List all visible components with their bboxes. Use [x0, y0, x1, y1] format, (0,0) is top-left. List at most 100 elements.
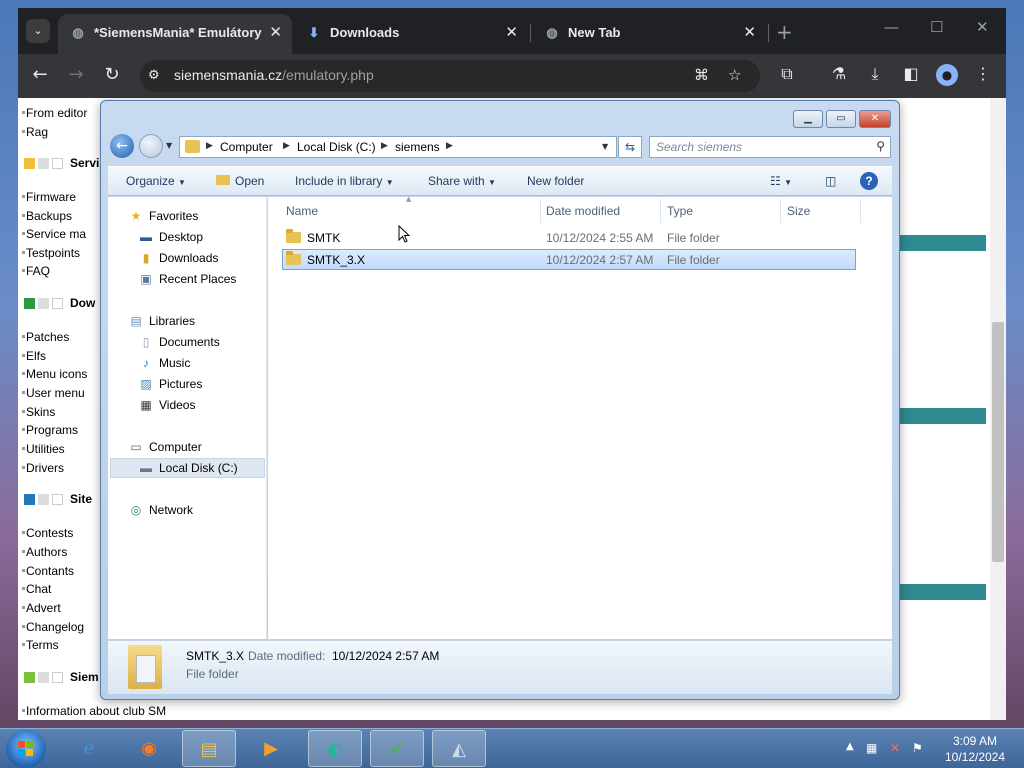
sidebar-link[interactable]: Patches [21, 330, 69, 344]
column-header-type[interactable]: Type [667, 204, 693, 218]
site-info-icon[interactable]: ⚙ [148, 68, 160, 83]
volume-muted-icon[interactable]: ✕ [890, 741, 900, 755]
sidebar-link[interactable]: Backups [21, 209, 72, 223]
close-window-icon[interactable]: ✕ [859, 110, 891, 128]
action-center-flag-icon[interactable]: ⚑ [912, 741, 923, 755]
app-taskbar-icon[interactable]: ◐ [308, 730, 362, 767]
breadcrumb-arrow-icon[interactable]: ▶ [206, 141, 213, 151]
nav-videos[interactable]: ▦ Videos [138, 398, 195, 412]
sidebar-link[interactable]: Terms [22, 638, 59, 652]
app-taskbar-icon[interactable]: ◭ [432, 730, 486, 767]
column-separator[interactable] [780, 199, 781, 223]
column-header-name[interactable]: Name [286, 204, 318, 218]
menu-kebab-icon[interactable]: ⋮ [972, 64, 994, 83]
sidebar-link[interactable]: Programs [21, 423, 78, 437]
sidebar-link[interactable]: Rag [21, 125, 48, 139]
help-icon[interactable]: ? [860, 172, 878, 190]
sidebar-link[interactable]: Firmware [22, 190, 76, 204]
breadcrumb-item[interactable]: Local Disk (C:) [297, 140, 376, 154]
recent-pages-chevron-icon[interactable]: ▼ [166, 141, 172, 150]
table-row[interactable]: SMTK 10/12/2024 2:55 AM File folder [282, 228, 856, 248]
tab-downloads[interactable]: ⬇ Downloads ✕ [294, 14, 528, 54]
network-tray-icon[interactable]: ▦ [866, 741, 877, 755]
open-button[interactable]: Open [216, 174, 264, 188]
back-arrow-icon[interactable]: ← [110, 134, 134, 158]
sidebar-link[interactable]: Skins [21, 405, 55, 419]
maximize-icon[interactable]: ▭ [826, 110, 856, 128]
sidebar-link[interactable]: Changelog [21, 620, 84, 634]
sidebar-link[interactable]: FAQ [21, 264, 50, 278]
sidebar-link[interactable]: Contants [21, 564, 74, 578]
nav-recent-places[interactable]: ▣ Recent Places [138, 272, 236, 286]
breadcrumb-item[interactable]: Computer [220, 140, 273, 154]
side-panel-icon[interactable]: ◧ [900, 64, 922, 83]
nav-pictures[interactable]: ▨ Pictures [138, 377, 202, 391]
breadcrumb-arrow-icon[interactable]: ▶ [283, 141, 290, 151]
table-row[interactable]: SMTK_3.X 10/12/2024 2:57 AM File folder [282, 249, 856, 270]
nav-desktop[interactable]: ▬ Desktop [138, 230, 203, 244]
sidebar-link[interactable]: Testpoints [21, 246, 80, 260]
nav-libraries[interactable]: ▤ Libraries [128, 314, 195, 328]
column-separator[interactable] [660, 199, 661, 223]
translate-icon[interactable]: ⌘ [694, 66, 709, 84]
page-scrollbar[interactable] [990, 98, 1006, 720]
include-in-library-button[interactable]: Include in library ▼ [295, 174, 394, 188]
sidebar-link[interactable]: Information about club SM [21, 704, 166, 718]
breadcrumb-item[interactable]: siemens [395, 140, 440, 154]
tab-siemensmania[interactable]: ◍ *SiemensMania* Emulátory ✕ [58, 14, 292, 54]
breadcrumb-arrow-icon[interactable]: ▶ [381, 141, 388, 151]
column-header-date[interactable]: Date modified [546, 204, 620, 218]
column-separator[interactable] [860, 199, 861, 223]
maximize-icon[interactable]: ☐ [930, 18, 943, 36]
nav-network[interactable]: ◎ Network [128, 503, 193, 517]
extensions-icon[interactable]: ⧉ [776, 64, 798, 84]
preview-pane-icon[interactable]: ◫ [825, 174, 836, 188]
tab-search-button[interactable]: ⌄ [26, 19, 50, 43]
view-options-icon[interactable]: ☷ ▼ [770, 174, 792, 188]
firefox-icon[interactable]: ◉ [122, 730, 176, 767]
bookmark-star-icon[interactable]: ☆ [728, 66, 741, 84]
close-tab-icon[interactable]: ✕ [743, 23, 756, 41]
reload-icon[interactable]: ↻ [100, 64, 124, 85]
url-text[interactable]: siemensmania.cz/emulatory.php [174, 67, 374, 83]
new-tab-plus-icon[interactable]: + [776, 20, 793, 44]
app-taskbar-icon[interactable]: ✔ [370, 730, 424, 767]
nav-downloads[interactable]: ▮ Downloads [138, 251, 219, 265]
profile-avatar-icon[interactable]: ● [936, 64, 958, 86]
start-button[interactable] [6, 730, 46, 768]
sidebar-link[interactable]: Utilities [22, 442, 65, 456]
minimize-icon[interactable]: ▁ [793, 110, 823, 128]
sidebar-link[interactable]: Authors [21, 545, 67, 559]
forward-arrow-icon[interactable] [139, 134, 163, 158]
close-tab-icon[interactable]: ✕ [269, 23, 282, 41]
nav-documents[interactable]: ▯ Documents [138, 335, 220, 349]
refresh-icon[interactable]: ⇆ [618, 136, 642, 158]
new-folder-button[interactable]: New folder [527, 174, 584, 188]
close-tab-icon[interactable]: ✕ [505, 23, 518, 41]
system-clock[interactable]: 3:09 AM 10/12/2024 [930, 733, 1020, 765]
sidebar-link[interactable]: Advert [22, 601, 61, 615]
sidebar-link[interactable]: Drivers [22, 461, 64, 475]
show-hidden-icons-icon[interactable]: ▲ [846, 741, 854, 752]
internet-explorer-icon[interactable]: ℯ [62, 730, 116, 767]
address-dropdown-icon[interactable]: ▼ [602, 142, 608, 151]
sidebar-link[interactable]: User menu [22, 386, 85, 400]
search-icon[interactable]: ⚲ [876, 139, 885, 153]
share-with-button[interactable]: Share with ▼ [428, 174, 496, 188]
sidebar-link[interactable]: Menu icons [21, 367, 87, 381]
sidebar-link[interactable]: Contests [21, 526, 73, 540]
minimize-icon[interactable]: — [884, 18, 899, 36]
nav-local-disk[interactable]: ▬ Local Disk (C:) [110, 458, 265, 478]
address-bar[interactable]: ⚙ siemensmania.cz/emulatory.php ⌘ ☆ [140, 60, 760, 92]
nav-computer[interactable]: ▭ Computer [128, 440, 201, 454]
address-breadcrumb[interactable]: ▶ Computer ▶ Local Disk (C:) ▶ siemens ▶… [179, 136, 617, 158]
nav-music[interactable]: ♪ Music [138, 356, 190, 370]
nav-favorites[interactable]: ★ Favorites [128, 209, 199, 223]
downloads-icon[interactable]: ⤓ [864, 64, 886, 84]
back-arrow-icon[interactable]: ← [28, 64, 52, 85]
explorer-taskbar-icon[interactable]: ▤ [182, 730, 236, 767]
tab-new-tab[interactable]: ◍ New Tab ✕ [532, 14, 766, 54]
sidebar-link[interactable]: Elfs [21, 349, 46, 363]
organize-button[interactable]: Organize ▼ [126, 174, 186, 188]
sidebar-link[interactable]: Service ma [21, 227, 86, 241]
